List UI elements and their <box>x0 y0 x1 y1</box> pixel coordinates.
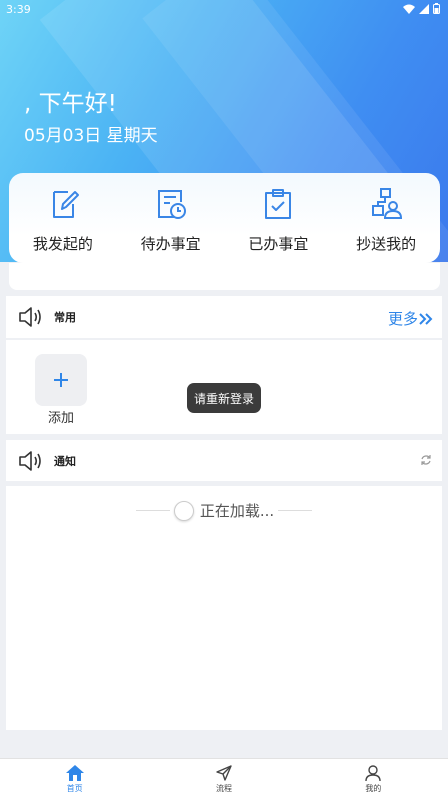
date-text: 05月03日 星期天 <box>24 126 158 146</box>
clipboard-check-icon <box>265 189 292 219</box>
home-icon <box>65 765 84 781</box>
common-title: 常用 <box>54 311 76 324</box>
tab-process[interactable]: 流程 <box>149 759 298 797</box>
quick-action-label: 我发起的 <box>32 235 93 253</box>
person-icon <box>365 765 382 782</box>
tab-home[interactable]: 首页 <box>0 759 149 797</box>
toast-message: 请重新登录 <box>187 383 261 413</box>
notice-body: 正在加载... <box>6 486 442 730</box>
tab-label: 首页 <box>66 784 83 793</box>
edit-document-icon <box>52 191 79 218</box>
quick-action-initiated[interactable]: 我发起的 <box>9 173 117 263</box>
more-label: 更多 <box>387 310 418 328</box>
add-button[interactable] <box>35 354 87 406</box>
battery-icon <box>433 3 440 14</box>
quick-actions-footer <box>9 263 440 290</box>
speaker-icon <box>19 307 41 327</box>
more-link[interactable]: 更多 <box>388 308 434 329</box>
notice-title: 通知 <box>54 455 76 468</box>
add-label: 添加 <box>47 411 74 426</box>
status-bar: 3:39 <box>0 0 448 20</box>
notice-header: 通知 <box>6 440 442 481</box>
quick-action-pending[interactable]: 待办事宜 <box>117 173 225 263</box>
bottom-tab-bar: 首页 流程 我的 <box>0 758 448 797</box>
plus-icon <box>54 373 68 387</box>
loading-indicator: 正在加载... <box>6 500 442 521</box>
spinner-icon <box>173 500 194 521</box>
quick-action-cc[interactable]: 抄送我的 <box>332 173 440 263</box>
greeting-text: , 下午好! <box>24 91 117 117</box>
quick-actions-panel: 我发起的 待办事宜 已办事宜 抄送我的 <box>9 173 440 263</box>
quick-action-label: 已办事宜 <box>248 235 309 253</box>
loading-text: 正在加载... <box>199 502 275 520</box>
double-chevron-right-icon <box>419 312 433 325</box>
wifi-icon <box>403 4 415 14</box>
speaker-icon <box>19 451 41 471</box>
quick-action-label: 待办事宜 <box>140 235 201 253</box>
refresh-icon[interactable] <box>420 454 432 466</box>
tab-label: 流程 <box>215 784 232 793</box>
tab-label: 我的 <box>365 784 382 793</box>
quick-action-done[interactable]: 已办事宜 <box>225 173 333 263</box>
quick-action-label: 抄送我的 <box>356 235 417 253</box>
common-header: 常用 更多 <box>6 296 442 338</box>
status-time: 3:39 <box>6 3 31 16</box>
signal-icon <box>419 3 429 14</box>
divider <box>278 510 313 511</box>
tab-mine[interactable]: 我的 <box>299 759 448 797</box>
send-icon <box>216 765 232 781</box>
divider <box>135 510 170 511</box>
pending-clock-icon <box>157 190 186 219</box>
org-user-icon <box>372 188 403 219</box>
